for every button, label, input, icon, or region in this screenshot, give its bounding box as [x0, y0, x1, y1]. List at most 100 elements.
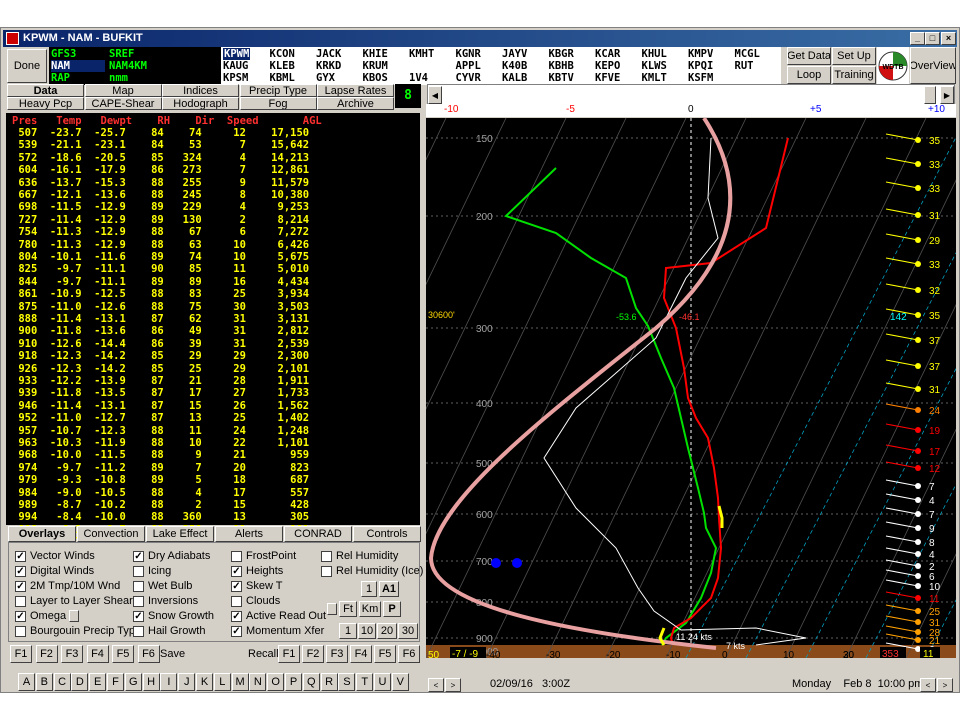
station-khul[interactable]: KHUL: [642, 48, 667, 60]
station-kpsm[interactable]: KPSM: [223, 72, 248, 84]
tab-convection[interactable]: Convection: [77, 526, 145, 542]
overlay-btn-20[interactable]: 20: [377, 623, 397, 639]
letter-u[interactable]: U: [374, 673, 391, 691]
overlay-2m-tmp-10m-wnd[interactable]: ✓ 2M Tmp/10M Wnd: [15, 580, 120, 592]
letter-m[interactable]: M: [231, 673, 249, 691]
station-kbhb[interactable]: KBHB: [549, 60, 574, 72]
station-khie[interactable]: KHIE: [363, 48, 388, 60]
overlay-hail-growth[interactable]: Hail Growth: [133, 625, 205, 637]
station-cyvr[interactable]: CYVR: [456, 72, 481, 84]
fkey-left-f5[interactable]: F5: [112, 645, 134, 663]
overlay-inversions[interactable]: Inversions: [133, 595, 198, 607]
tab-controls[interactable]: Controls: [353, 526, 421, 542]
station-kleb[interactable]: KLEB: [270, 60, 295, 72]
station-jayv[interactable]: JAYV: [502, 48, 527, 60]
model-gfs3[interactable]: GFS3: [51, 48, 76, 60]
checkbox-icon[interactable]: [231, 595, 242, 607]
checkbox-icon[interactable]: [133, 565, 144, 577]
recall-label[interactable]: Recall: [248, 648, 279, 660]
letter-n[interactable]: N: [249, 673, 267, 691]
tab-data[interactable]: Data: [7, 84, 84, 97]
checkbox-icon[interactable]: ✓: [15, 610, 26, 622]
fkey-right-f3[interactable]: F3: [326, 645, 348, 663]
checkbox-icon[interactable]: [321, 565, 332, 577]
model-nam4km[interactable]: NAM4KM: [109, 60, 147, 72]
checkbox-icon[interactable]: ✓: [133, 610, 144, 622]
next-icon[interactable]: >: [937, 678, 953, 692]
overlay-vector-winds[interactable]: ✓ Vector Winds: [15, 550, 95, 562]
fkey-left-f6[interactable]: F6: [137, 645, 160, 663]
overlay-clouds[interactable]: Clouds: [231, 595, 280, 607]
tab-indices[interactable]: Indices: [162, 84, 239, 97]
overlay-rel-humidity[interactable]: Rel Humidity: [321, 550, 398, 562]
overlay-btn-30[interactable]: 30: [398, 623, 418, 639]
overlay-heights[interactable]: ✓ Heights: [231, 565, 283, 577]
set-up-button[interactable]: Set Up: [832, 47, 876, 65]
fkey-right-f1[interactable]: F1: [278, 645, 300, 663]
station-kgnr[interactable]: KGNR: [456, 48, 481, 60]
next-time-icon[interactable]: >: [445, 678, 461, 692]
overlay-snow-growth[interactable]: ✓ Snow Growth: [133, 610, 214, 622]
station-gyx[interactable]: GYX: [316, 72, 335, 84]
tab-lapse-rates[interactable]: Lapse Rates: [317, 84, 394, 97]
omega-toggle[interactable]: [69, 610, 79, 622]
fkey-right-f5[interactable]: F5: [374, 645, 396, 663]
save-label[interactable]: Save: [160, 648, 185, 660]
overlay-frostpoint[interactable]: FrostPoint: [231, 550, 296, 562]
checkbox-icon[interactable]: ✓: [15, 580, 26, 592]
fkey-right-f2[interactable]: F2: [302, 645, 324, 663]
letter-t[interactable]: T: [356, 673, 374, 691]
station-ksfm[interactable]: KSFM: [688, 72, 713, 84]
station-rut[interactable]: RUT: [735, 60, 754, 72]
station-kcon[interactable]: KCON: [270, 48, 295, 60]
prev-icon[interactable]: <: [920, 678, 936, 692]
slider-thumb[interactable]: [924, 86, 936, 104]
tab-overlays[interactable]: Overlays: [8, 526, 76, 542]
tab-conrad[interactable]: CONRAD: [284, 526, 352, 542]
training-button[interactable]: Training: [832, 66, 876, 84]
station-kalb[interactable]: KALB: [502, 72, 527, 84]
overlay-active-read-out[interactable]: ✓ Active Read Out: [231, 610, 326, 622]
checkbox-icon[interactable]: [133, 595, 144, 607]
station-kbtv[interactable]: KBTV: [549, 72, 574, 84]
overlay-dry-adiabats[interactable]: ✓ Dry Adiabats: [133, 550, 210, 562]
tab-precip-type[interactable]: Precip Type: [239, 84, 317, 97]
station-kmht[interactable]: KMHT: [409, 48, 434, 60]
checkbox-icon[interactable]: [231, 550, 242, 562]
tab-cape-shear[interactable]: CAPE-Shear: [84, 97, 162, 110]
letter-e[interactable]: E: [89, 673, 107, 691]
letter-r[interactable]: R: [320, 673, 338, 691]
station-krum[interactable]: KRUM: [363, 60, 388, 72]
letter-d[interactable]: D: [71, 673, 89, 691]
minimize-icon[interactable]: _: [910, 32, 925, 45]
letter-l[interactable]: L: [213, 673, 231, 691]
active-readout-toggle[interactable]: [327, 603, 337, 615]
station-kpqi[interactable]: KPQI: [688, 60, 713, 72]
overlay-btn-1[interactable]: 1: [339, 623, 357, 639]
station-k40b[interactable]: K40B: [502, 60, 527, 72]
tab-lake-effect[interactable]: Lake Effect: [146, 526, 214, 542]
fkey-left-f3[interactable]: F3: [61, 645, 83, 663]
maximize-icon[interactable]: □: [925, 32, 940, 45]
overlay-omega[interactable]: ✓ Omega: [15, 610, 66, 622]
station-klws[interactable]: KLWS: [642, 60, 667, 72]
checkbox-icon[interactable]: ✓: [231, 610, 242, 622]
time-slider[interactable]: ◀ ▶: [427, 84, 955, 106]
letter-v[interactable]: V: [391, 673, 409, 691]
station-kbos[interactable]: KBOS: [363, 72, 388, 84]
fkey-left-f1[interactable]: F1: [10, 645, 32, 663]
fkey-left-f2[interactable]: F2: [35, 645, 58, 663]
letter-j[interactable]: J: [178, 673, 196, 691]
letter-p[interactable]: P: [285, 673, 302, 691]
checkbox-icon[interactable]: [133, 625, 144, 637]
overlay-btn-1[interactable]: 1: [361, 581, 377, 597]
fkey-right-f4[interactable]: F4: [350, 645, 372, 663]
letter-o[interactable]: O: [267, 673, 285, 691]
overlay-momentum-xfer[interactable]: ✓ Momentum Xfer: [231, 625, 324, 637]
slider-right-arrow-icon[interactable]: ▶: [940, 86, 954, 104]
checkbox-icon[interactable]: ✓: [231, 565, 242, 577]
station-kbgr[interactable]: KBGR: [549, 48, 574, 60]
overlay-digital-winds[interactable]: ✓ Digital Winds: [15, 565, 94, 577]
station-kfve[interactable]: KFVE: [595, 72, 620, 84]
model-rap[interactable]: RAP: [51, 72, 70, 84]
